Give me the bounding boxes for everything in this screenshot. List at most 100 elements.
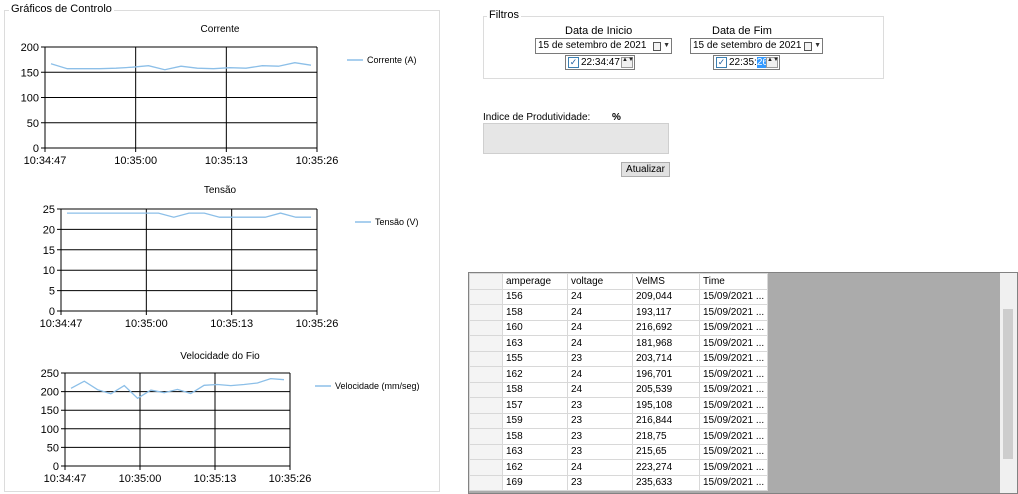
table-cell-velms[interactable]: 195,108 bbox=[632, 397, 700, 414]
table-cell-voltage[interactable]: 23 bbox=[567, 350, 633, 367]
row-header[interactable] bbox=[469, 366, 503, 383]
table-cell-voltage[interactable]: 24 bbox=[567, 459, 633, 476]
table-cell-velms[interactable]: 196,701 bbox=[632, 366, 700, 383]
current-chart: Corrente 200 150 100 50 0 10:34:47 10:35:00 10:… bbox=[5, 11, 439, 181]
data-grid[interactable]: amperage voltage VelMS Time 156 24 209,044… bbox=[468, 272, 1018, 494]
table-row[interactable]: 169 23 235,633 15/09/2021 ... bbox=[469, 474, 769, 491]
table-cell-velms[interactable]: 215,65 bbox=[632, 443, 700, 460]
table-row[interactable]: 163 23 215,65 15/09/2021 ... bbox=[469, 443, 769, 460]
table-cell-time[interactable]: 15/09/2021 ... bbox=[698, 304, 769, 321]
table-cell-voltage[interactable]: 23 bbox=[567, 474, 633, 491]
row-header[interactable] bbox=[469, 304, 503, 321]
row-header[interactable] bbox=[469, 288, 503, 305]
table-cell-voltage[interactable]: 23 bbox=[567, 397, 633, 414]
vertical-scrollbar[interactable] bbox=[1000, 273, 1017, 493]
column-header-time[interactable]: Time bbox=[698, 273, 769, 290]
table-cell-time[interactable]: 15/09/2021 ... bbox=[698, 428, 769, 445]
table-cell-amperage[interactable]: 155 bbox=[502, 350, 568, 367]
row-header[interactable] bbox=[469, 381, 503, 398]
end-time-spinner[interactable]: ▲▼ bbox=[766, 57, 779, 68]
table-cell-time[interactable]: 15/09/2021 ... bbox=[698, 459, 769, 476]
column-header-velms[interactable]: VelMS bbox=[632, 273, 700, 290]
table-cell-velms[interactable]: 209,044 bbox=[632, 288, 700, 305]
update-button[interactable]: Atualizar bbox=[621, 162, 670, 177]
table-cell-voltage[interactable]: 24 bbox=[567, 319, 633, 336]
row-header[interactable] bbox=[469, 412, 503, 429]
table-cell-velms[interactable]: 223,274 bbox=[632, 459, 700, 476]
column-header-voltage[interactable]: voltage bbox=[567, 273, 633, 290]
table-cell-time[interactable]: 15/09/2021 ... bbox=[698, 474, 769, 491]
table-cell-amperage[interactable]: 162 bbox=[502, 459, 568, 476]
table-cell-time[interactable]: 15/09/2021 ... bbox=[698, 397, 769, 414]
table-cell-amperage[interactable]: 159 bbox=[502, 412, 568, 429]
start-time-picker[interactable]: ✓ 22:34:47 ▲▼ bbox=[565, 55, 635, 70]
table-row[interactable]: 157 23 195,108 15/09/2021 ... bbox=[469, 397, 769, 414]
table-cell-velms[interactable]: 216,844 bbox=[632, 412, 700, 429]
table-row[interactable]: 162 24 196,701 15/09/2021 ... bbox=[469, 366, 769, 383]
table-row[interactable]: 163 24 181,968 15/09/2021 ... bbox=[469, 335, 769, 352]
table-cell-time[interactable]: 15/09/2021 ... bbox=[698, 350, 769, 367]
start-date-dropdown-button[interactable]: ▼ bbox=[653, 40, 670, 52]
row-header[interactable] bbox=[469, 443, 503, 460]
start-date-picker[interactable]: 15 de setembro de 2021 ▼ bbox=[535, 38, 672, 54]
table-cell-voltage[interactable]: 24 bbox=[567, 381, 633, 398]
end-time-checkbox[interactable]: ✓ bbox=[716, 57, 727, 68]
table-row[interactable]: 160 24 216,692 15/09/2021 ... bbox=[469, 319, 769, 336]
table-cell-amperage[interactable]: 163 bbox=[502, 335, 568, 352]
table-cell-amperage[interactable]: 163 bbox=[502, 443, 568, 460]
table-cell-velms[interactable]: 205,539 bbox=[632, 381, 700, 398]
row-header[interactable] bbox=[469, 428, 503, 445]
table-cell-amperage[interactable]: 157 bbox=[502, 397, 568, 414]
row-header[interactable] bbox=[469, 397, 503, 414]
scrollbar-thumb[interactable] bbox=[1003, 309, 1013, 459]
table-cell-velms[interactable]: 218,75 bbox=[632, 428, 700, 445]
wire-speed-chart-plot: 250 200 150 100 50 010:34:47 10:35:00 10:35:13 1… bbox=[41, 368, 420, 485]
table-cell-velms[interactable]: 216,692 bbox=[632, 319, 700, 336]
table-row[interactable]: 158 23 218,75 15/09/2021 ... bbox=[469, 428, 769, 445]
table-cell-amperage[interactable]: 169 bbox=[502, 474, 568, 491]
table-cell-time[interactable]: 15/09/2021 ... bbox=[698, 288, 769, 305]
table-cell-time[interactable]: 15/09/2021 ... bbox=[698, 412, 769, 429]
table-cell-velms[interactable]: 193,117 bbox=[632, 304, 700, 321]
table-cell-velms[interactable]: 203,714 bbox=[632, 350, 700, 367]
row-header[interactable] bbox=[469, 335, 503, 352]
table-cell-time[interactable]: 15/09/2021 ... bbox=[698, 319, 769, 336]
row-header[interactable] bbox=[469, 350, 503, 367]
row-header[interactable] bbox=[469, 459, 503, 476]
table-cell-amperage[interactable]: 158 bbox=[502, 304, 568, 321]
start-time-spinner[interactable]: ▲▼ bbox=[621, 57, 634, 68]
row-header[interactable] bbox=[469, 319, 503, 336]
table-row[interactable]: 162 24 223,274 15/09/2021 ... bbox=[469, 459, 769, 476]
table-cell-time[interactable]: 15/09/2021 ... bbox=[698, 366, 769, 383]
wire-speed-chart: Velocidade do Fio 250 200 150 100 50 0 10:34:4… bbox=[5, 336, 439, 494]
table-cell-amperage[interactable]: 156 bbox=[502, 288, 568, 305]
table-cell-time[interactable]: 15/09/2021 ... bbox=[698, 381, 769, 398]
table-cell-velms[interactable]: 181,968 bbox=[632, 335, 700, 352]
table-row[interactable]: 156 24 209,044 15/09/2021 ... bbox=[469, 288, 769, 305]
table-cell-voltage[interactable]: 24 bbox=[567, 366, 633, 383]
table-row[interactable]: 158 24 193,117 15/09/2021 ... bbox=[469, 304, 769, 321]
row-header[interactable] bbox=[469, 474, 503, 491]
table-cell-voltage[interactable]: 23 bbox=[567, 428, 633, 445]
table-cell-time[interactable]: 15/09/2021 ... bbox=[698, 443, 769, 460]
table-cell-voltage[interactable]: 23 bbox=[567, 412, 633, 429]
table-cell-amperage[interactable]: 160 bbox=[502, 319, 568, 336]
start-time-checkbox[interactable]: ✓ bbox=[568, 57, 579, 68]
table-cell-amperage[interactable]: 158 bbox=[502, 381, 568, 398]
table-row[interactable]: 159 23 216,844 15/09/2021 ... bbox=[469, 412, 769, 429]
table-row[interactable]: 155 23 203,714 15/09/2021 ... bbox=[469, 350, 769, 367]
table-cell-voltage[interactable]: 24 bbox=[567, 304, 633, 321]
column-header-amperage[interactable]: amperage bbox=[502, 273, 568, 290]
table-cell-amperage[interactable]: 158 bbox=[502, 428, 568, 445]
table-cell-time[interactable]: 15/09/2021 ... bbox=[698, 335, 769, 352]
table-row[interactable]: 158 24 205,539 15/09/2021 ... bbox=[469, 381, 769, 398]
end-date-dropdown-button[interactable]: ▼ bbox=[804, 40, 821, 52]
end-date-picker[interactable]: 15 de setembro de 2021 ▼ bbox=[690, 38, 823, 54]
end-time-picker[interactable]: ✓ 22:35:26 ▲▼ bbox=[713, 55, 780, 70]
table-cell-velms[interactable]: 235,633 bbox=[632, 474, 700, 491]
table-cell-amperage[interactable]: 162 bbox=[502, 366, 568, 383]
table-cell-voltage[interactable]: 24 bbox=[567, 335, 633, 352]
productivity-value-box bbox=[483, 123, 669, 154]
table-cell-voltage[interactable]: 23 bbox=[567, 443, 633, 460]
table-cell-voltage[interactable]: 24 bbox=[567, 288, 633, 305]
